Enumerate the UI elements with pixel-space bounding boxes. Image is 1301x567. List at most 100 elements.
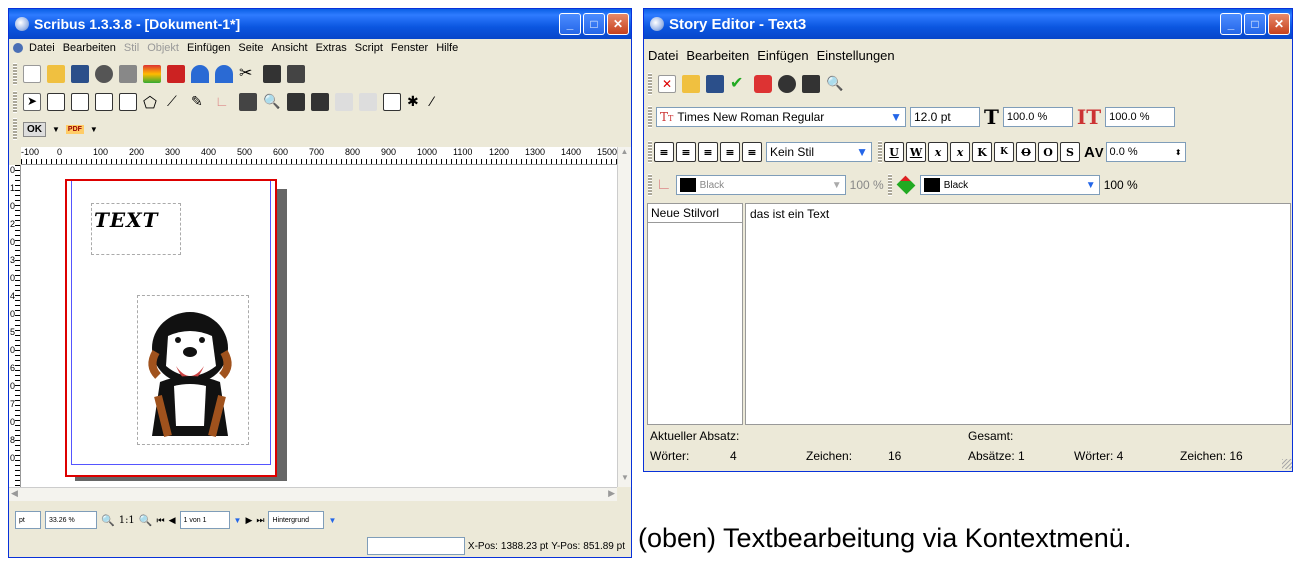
copy-icon[interactable]: [263, 65, 281, 83]
redo-icon[interactable]: [215, 65, 233, 83]
menu-bearbeiten[interactable]: Bearbeiten: [59, 42, 120, 54]
vertical-scrollbar[interactable]: ▲ ▼: [617, 147, 631, 487]
menu-stil[interactable]: Stil: [120, 42, 143, 54]
measure-icon[interactable]: [383, 93, 401, 111]
clear-text-icon[interactable]: ✕: [658, 75, 676, 93]
minimize-button[interactable]: _: [1220, 13, 1242, 35]
save-icon[interactable]: [706, 75, 724, 93]
scale-v-field[interactable]: 100.0 %: [1105, 107, 1176, 127]
resize-grip-icon[interactable]: [1282, 459, 1292, 469]
save-icon[interactable]: [71, 65, 89, 83]
menu-einfuegen[interactable]: Einfügen: [753, 48, 812, 63]
search-icon[interactable]: 🔍: [826, 75, 844, 93]
text-frame[interactable]: TEXT: [91, 203, 181, 255]
vertical-ruler[interactable]: 0 1 0 2 0 3 0 4 0 5 0 6 0 7 0 8 0: [9, 165, 21, 487]
strikethrough-button[interactable]: O: [1016, 142, 1036, 162]
update-icon[interactable]: [778, 75, 796, 93]
print-icon[interactable]: [119, 65, 137, 83]
close-button[interactable]: ✕: [607, 13, 629, 35]
menu-fenster[interactable]: Fenster: [387, 42, 432, 54]
dropdown-icon[interactable]: ▼: [52, 125, 60, 134]
align-left-icon[interactable]: ≡: [654, 142, 674, 162]
scroll-up-icon[interactable]: ▲: [618, 147, 631, 161]
table-icon[interactable]: [95, 93, 113, 111]
small-caps-button[interactable]: K: [994, 142, 1014, 162]
zoom-out-icon[interactable]: 🔍: [101, 514, 115, 527]
shadow-button[interactable]: S: [1060, 142, 1080, 162]
scroll-left-icon[interactable]: ◀: [11, 488, 18, 499]
paste-icon[interactable]: [287, 65, 305, 83]
next-page-icon[interactable]: ▶: [245, 515, 252, 526]
stroke-color-select[interactable]: Black ▼: [675, 175, 846, 195]
toolbar-grip[interactable]: [878, 141, 882, 163]
preflight-icon[interactable]: [143, 65, 161, 83]
freehand-icon[interactable]: ∟: [215, 93, 233, 111]
toolbar-grip[interactable]: [13, 118, 17, 140]
stroke-shade[interactable]: 100 %: [850, 178, 884, 192]
scribus-titlebar[interactable]: Scribus 1.3.3.8 - [Dokument-1*] _ □ ✕: [9, 9, 631, 39]
zoom-icon[interactable]: 🔍: [263, 93, 281, 111]
align-right-icon[interactable]: ≡: [698, 142, 718, 162]
zoom-in-icon[interactable]: 🔍: [139, 514, 153, 527]
open-folder-icon[interactable]: [682, 75, 700, 93]
link-frames-icon[interactable]: [335, 93, 353, 111]
align-center-icon[interactable]: ≡: [676, 142, 696, 162]
shape-icon[interactable]: [119, 93, 137, 111]
toolbar-grip[interactable]: [648, 106, 652, 128]
line-icon[interactable]: ⟋: [167, 93, 185, 111]
text-area[interactable]: das ist ein Text: [745, 203, 1291, 425]
align-forced-icon[interactable]: ≡: [742, 142, 762, 162]
subscript-button[interactable]: x: [928, 142, 948, 162]
maximize-button[interactable]: □: [1244, 13, 1266, 35]
scale-h-field[interactable]: 100.0 %: [1002, 107, 1073, 127]
pdf-button[interactable]: PDF: [65, 124, 84, 134]
close-document-icon[interactable]: [95, 65, 113, 83]
menu-datei[interactable]: Datei: [644, 48, 682, 63]
horizontal-ruler[interactable]: -100 0 100 200 300 400 500 600 700 800 900 1000 1100…: [21, 147, 617, 165]
eyedropper-icon[interactable]: ⁄: [431, 93, 449, 111]
fill-shade[interactable]: 100 %: [1104, 178, 1138, 192]
unit-select[interactable]: pt: [15, 511, 41, 529]
scroll-down-icon[interactable]: ▼: [618, 473, 631, 487]
style-select[interactable]: Kein Stil ▼: [766, 142, 872, 162]
menu-bearbeiten[interactable]: Bearbeiten: [682, 48, 753, 63]
rotate-icon[interactable]: [239, 93, 257, 111]
font-size-field[interactable]: 12.0 pt: [910, 107, 980, 127]
horizontal-scrollbar[interactable]: ◀ ▶: [9, 487, 617, 501]
cut-icon[interactable]: ✂: [239, 65, 257, 83]
fill-color-select[interactable]: Black ▼: [919, 175, 1100, 195]
story-editor-titlebar[interactable]: Story Editor - Text3 _ □ ✕: [644, 9, 1292, 39]
cancel-icon[interactable]: [754, 75, 772, 93]
layer-dropdown-icon[interactable]: ▼: [328, 516, 336, 525]
menu-seite[interactable]: Seite: [234, 42, 267, 54]
document-canvas[interactable]: TEXT: [21, 165, 617, 487]
underline-button[interactable]: U: [884, 142, 904, 162]
all-caps-button[interactable]: K: [972, 142, 992, 162]
toolbar-grip[interactable]: [648, 174, 652, 196]
close-button[interactable]: ✕: [1268, 13, 1290, 35]
scroll-right-icon[interactable]: ▶: [608, 488, 615, 499]
align-block-icon[interactable]: ≡: [720, 142, 740, 162]
minimize-button[interactable]: _: [559, 13, 581, 35]
new-document-icon[interactable]: [23, 65, 41, 83]
dropdown-icon[interactable]: ▼: [90, 125, 98, 134]
tracking-field[interactable]: 0.0 % ⬍: [1105, 142, 1186, 162]
font-select[interactable]: TT Times New Roman Regular ▼: [656, 107, 906, 127]
toolbar-grip[interactable]: [648, 141, 652, 163]
maximize-button[interactable]: □: [583, 13, 605, 35]
unlink-frames-icon[interactable]: [359, 93, 377, 111]
copy-properties-icon[interactable]: ✱: [407, 93, 425, 111]
menu-ansicht[interactable]: Ansicht: [268, 42, 312, 54]
zoom-ratio[interactable]: 1:1: [119, 515, 135, 526]
page-nav-field[interactable]: 1 von 1: [179, 511, 230, 529]
bezier-icon[interactable]: ✎: [191, 93, 209, 111]
page-dropdown-icon[interactable]: ▼: [234, 516, 242, 525]
menu-hilfe[interactable]: Hilfe: [432, 42, 462, 54]
edit-text-icon[interactable]: [311, 93, 329, 111]
zoom-field[interactable]: 33.26 %: [45, 511, 97, 529]
menu-objekt[interactable]: Objekt: [143, 42, 183, 54]
edit-contents-icon[interactable]: [287, 93, 305, 111]
outline-button[interactable]: O: [1038, 142, 1058, 162]
menu-script[interactable]: Script: [351, 42, 387, 54]
open-folder-icon[interactable]: [47, 65, 65, 83]
